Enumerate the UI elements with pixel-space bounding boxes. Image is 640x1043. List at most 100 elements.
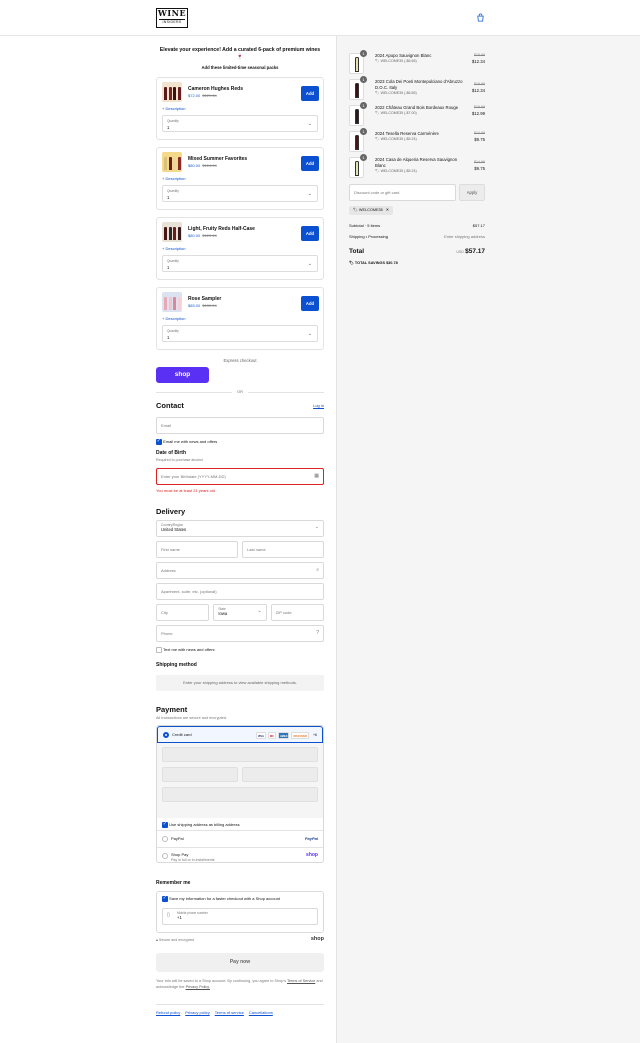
last-name-field[interactable]: Last name — [242, 541, 324, 558]
country-value: United States — [161, 527, 187, 532]
secure-label: 🔒︎ Secure and encrypted — [156, 938, 194, 942]
dob-subtitle: Required to purchase alcohol — [156, 458, 203, 462]
delivery-title: Delivery — [156, 507, 186, 516]
chevron-down-icon: ⌄ — [307, 121, 312, 127]
wine-bottle — [168, 227, 172, 240]
shipping-method-message: Enter your shipping address to view avai… — [156, 675, 324, 691]
state-select[interactable]: State Iowa ⌄ — [213, 604, 267, 621]
radio-icon[interactable] — [162, 836, 168, 842]
remove-discount-icon[interactable]: ✕ — [386, 208, 389, 212]
discount-code: WELCOME35 — [358, 208, 383, 212]
total-label: Total — [349, 248, 365, 255]
shop-pay-button[interactable]: shop — [156, 367, 209, 383]
wine-bottle — [173, 227, 176, 240]
wine-bottle — [173, 87, 176, 100]
footer-link[interactable]: Refund policy — [156, 1010, 180, 1015]
phone-field[interactable]: Phone ? — [156, 625, 324, 642]
credit-card-option[interactable]: Credit card VISA MC AMEX DISCOVER +6 — [157, 726, 323, 743]
upsell-title: Elevate your experience! Add a curated 6… — [159, 47, 321, 60]
email-news-row[interactable]: Email me with news and offers — [156, 438, 324, 445]
email-news-label: Email me with news and offers — [163, 439, 218, 445]
item-discount: 🏷 WELCOME35 (-$6.65) — [375, 91, 417, 95]
quantity-label: Quantity — [167, 189, 179, 193]
privacy-link[interactable]: Privacy Policy. — [186, 985, 210, 989]
logo[interactable]: WINE INSIDERS — [156, 8, 188, 28]
first-name-field[interactable]: First name — [156, 541, 238, 558]
billing-row[interactable]: Use shipping address as billing address — [157, 818, 323, 830]
first-name-placeholder: First name — [161, 547, 180, 552]
help-icon[interactable]: ? — [316, 626, 319, 641]
add-button[interactable]: Add — [301, 226, 319, 241]
apply-button[interactable]: Apply — [459, 184, 485, 201]
shoppay-logo: shop — [306, 852, 318, 858]
add-button[interactable]: Add — [301, 156, 319, 171]
product-price: $72.00 $121.64 — [188, 93, 217, 98]
product-image — [162, 152, 182, 172]
item-price: $19.99 $12.99 — [472, 105, 485, 116]
description-toggle[interactable]: + Description — [162, 106, 185, 111]
chevron-down-icon: ⌄ — [314, 524, 319, 530]
mobile-phone-field[interactable]: ▯ Mobile phone number +1 — [162, 908, 318, 925]
price: $12.34 — [471, 87, 485, 93]
tag-icon: 🏷 — [349, 261, 354, 265]
city-field[interactable]: City — [156, 604, 210, 621]
email-field[interactable]: Email — [156, 417, 324, 434]
footer-link[interactable]: Privacy policy — [185, 1010, 209, 1015]
name-on-card-field[interactable] — [162, 787, 318, 802]
price: $72.00 — [188, 93, 201, 98]
wine-bottle — [168, 297, 172, 310]
description-label: Description — [165, 106, 186, 111]
birthdate-field[interactable]: Enter your Birthdate (YYYY-MM-DD) ▦ — [156, 468, 324, 485]
checkbox-icon[interactable] — [156, 647, 162, 653]
quantity-select[interactable]: Quantity 1 ⌄ — [162, 255, 318, 272]
security-code-field[interactable] — [242, 767, 318, 782]
discount-tag: 🏷 WELCOME35 ✕ — [349, 206, 393, 215]
tag-icon: 🏷 — [375, 59, 380, 63]
card-number-field[interactable] — [162, 747, 318, 762]
footer-link[interactable]: Cancellations — [249, 1010, 273, 1015]
product-price: $80.00 $124.94 — [188, 163, 217, 168]
quantity-label: Quantity — [167, 259, 179, 263]
terms-link[interactable]: Terms of Service — [287, 979, 315, 983]
checkbox-checked-icon[interactable] — [162, 895, 168, 902]
quantity-select[interactable]: Quantity 1 ⌄ — [162, 325, 318, 342]
text-news-row[interactable]: Text me with news and offers — [156, 647, 324, 653]
description-toggle[interactable]: + Description — [162, 316, 185, 321]
payment-subtitle: All transactions are secure and encrypte… — [156, 716, 227, 720]
expiry-field[interactable] — [162, 767, 238, 782]
checkbox-checked-icon[interactable] — [156, 438, 162, 445]
paypal-option[interactable]: PayPal PayPal — [157, 830, 323, 847]
footer-link[interactable]: Terms of service — [215, 1010, 244, 1015]
quantity-select[interactable]: Quantity 1 ⌄ — [162, 185, 318, 202]
item-discount-text: WELCOME35 (-$6.65) — [380, 91, 417, 95]
bag-icon[interactable] — [476, 13, 485, 22]
country-select[interactable]: Country/Region United States ⌄ — [156, 520, 324, 537]
radio-icon[interactable] — [162, 853, 168, 859]
description-toggle[interactable]: + Description — [162, 176, 185, 181]
discount-input[interactable]: Discount code or gift card — [349, 184, 456, 201]
shoppay-option[interactable]: Shop Pay Pay in full or in installments … — [157, 847, 323, 864]
wine-bottle — [173, 297, 176, 310]
description-label: Description — [165, 316, 186, 321]
add-button[interactable]: Add — [301, 296, 319, 311]
logo-text: WINE — [157, 8, 187, 18]
login-link[interactable]: Log in — [313, 403, 324, 408]
checkbox-checked-icon[interactable] — [162, 821, 168, 828]
contact-header: Contact Log in — [156, 401, 324, 413]
quantity-select[interactable]: Quantity 1 ⌄ — [162, 115, 318, 132]
contact-title: Contact — [156, 401, 184, 410]
radio-selected-icon[interactable] — [163, 732, 169, 738]
address-field[interactable]: Address ⌕ — [156, 562, 324, 579]
save-info-row[interactable]: Save my information for a faster checkou… — [162, 895, 318, 902]
dob-title: Date of Birth — [156, 450, 186, 456]
zip-field[interactable]: ZIP code — [270, 604, 324, 621]
pay-now-button[interactable]: Pay now — [156, 953, 324, 972]
plus-icon: + — [162, 176, 165, 181]
shoppay-label: Shop Pay — [171, 852, 189, 857]
order-item: 1 2023 Cola Dei Poeti Montepulciano d'Ab… — [349, 76, 485, 101]
apartment-field[interactable]: Apartment, suite, etc. (optional) — [156, 583, 324, 600]
add-button[interactable]: Add — [301, 86, 319, 101]
amex-card-icon: AMEX — [277, 732, 290, 739]
wine-bottle — [168, 87, 172, 100]
description-toggle[interactable]: + Description — [162, 246, 185, 251]
